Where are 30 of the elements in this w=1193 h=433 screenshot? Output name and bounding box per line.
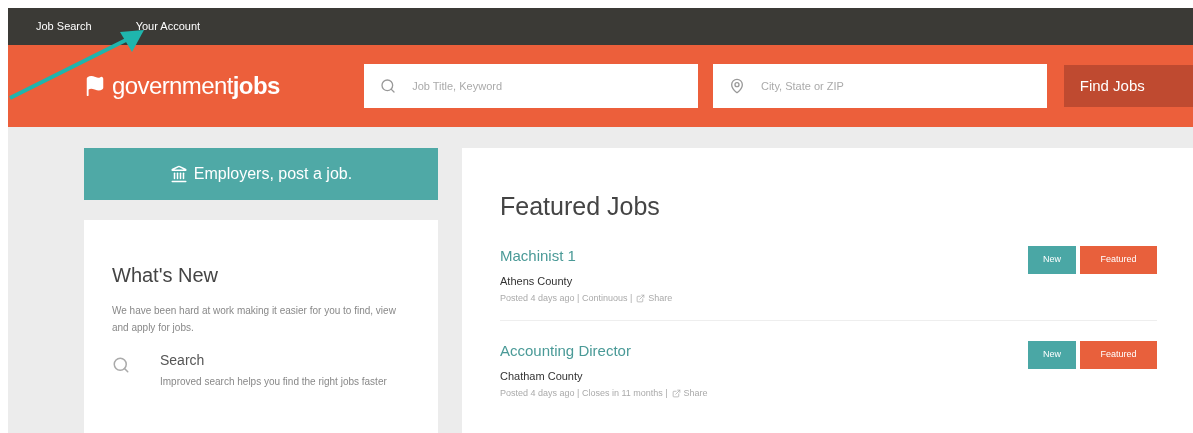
job-location: Athens County xyxy=(500,273,574,289)
keyword-field[interactable]: Job Title, Keyword xyxy=(364,64,698,108)
job-tag: New xyxy=(1028,245,1076,274)
feature-description: Improved search helps you find the right jobs faster xyxy=(160,375,388,389)
flag-icon xyxy=(84,75,106,97)
share-icon xyxy=(636,294,646,304)
job-tag: Featured xyxy=(1080,245,1157,274)
feature-title: Search xyxy=(160,351,206,370)
intro-text: We have been hard at work making it easier for you to find, view and apply for jobs. xyxy=(112,304,397,335)
job-location: Chatham County xyxy=(500,368,584,384)
search-icon xyxy=(380,78,397,94)
job-meta: Posted 4 days ago | Continuous | xyxy=(500,292,633,305)
job-title-link[interactable]: Machinist 1 xyxy=(500,246,576,264)
share-link[interactable]: Share xyxy=(671,387,708,401)
nav-link[interactable]: Job Search xyxy=(36,18,92,35)
share-icon xyxy=(671,389,681,399)
location-field[interactable]: City, State or ZIP xyxy=(712,64,1047,108)
building-icon xyxy=(169,165,188,183)
job-tag: New xyxy=(1028,340,1076,369)
nav-link[interactable]: Your Account xyxy=(135,18,201,35)
panel-title: Featured Jobs xyxy=(500,191,661,222)
site-logo[interactable]: governmentjobs xyxy=(112,68,280,104)
job-title-link[interactable]: Accounting Director xyxy=(500,341,631,359)
employers-button[interactable]: Employers, post a job. xyxy=(84,148,438,200)
job-meta: Posted 4 days ago | Closes in 11 months | xyxy=(500,387,668,400)
share-link[interactable]: Share xyxy=(636,292,673,306)
find-jobs-button[interactable]: Find Jobs xyxy=(1063,65,1193,107)
card-title: What's New xyxy=(112,263,220,288)
job-tag: Featured xyxy=(1080,340,1157,369)
location-pin-icon xyxy=(728,78,745,94)
